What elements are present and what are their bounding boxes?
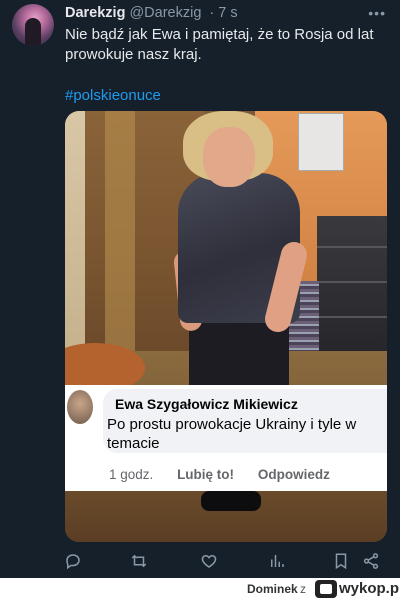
- wykop-logo-icon: [315, 580, 337, 598]
- retweet-icon[interactable]: [127, 549, 151, 573]
- views-icon[interactable]: [265, 549, 289, 573]
- fb-avatar: [67, 390, 93, 424]
- display-name[interactable]: Darekzig: [65, 5, 125, 21]
- timestamp[interactable]: · 7 s: [209, 5, 237, 21]
- tweet-header: Darekzig @Darekzig · 7 s •••: [65, 5, 388, 23]
- fb-comment-card: Ewa Szygałowicz Mikiewicz Po prostu prow…: [65, 385, 387, 491]
- tweet-text: Nie bądź jak Ewa i pamiętaj, że to Rosja…: [65, 26, 374, 63]
- fb-comment-text: Po prostu prowokacje Ukrainy i tyle w te…: [107, 416, 357, 452]
- bookmark-icon[interactable]: [329, 549, 353, 573]
- avatar[interactable]: [12, 4, 54, 46]
- fb-comment-time: 1 godz.: [109, 467, 154, 482]
- reply-icon[interactable]: [61, 549, 85, 573]
- tweet: Darekzig @Darekzig · 7 s ••• Nie bądź jak…: [0, 0, 400, 578]
- photo-poster: [298, 113, 344, 171]
- handle[interactable]: @Darekzig: [129, 5, 201, 21]
- fb-comment-actions: 1 godz. Lubię to! Odpowiedz: [109, 467, 350, 482]
- hashtag-link[interactable]: #polskieonuce: [65, 87, 161, 104]
- wykop-footer: Dominek z wykop.pl: [0, 578, 400, 601]
- footer-brand[interactable]: wykop.pl: [339, 580, 400, 597]
- tweet-media[interactable]: Ewa Szygałowicz Mikiewicz Po prostu prow…: [65, 111, 387, 542]
- footer-separator: z: [300, 582, 306, 596]
- like-icon[interactable]: [197, 549, 221, 573]
- fb-comment-author: Ewa Szygałowicz Mikiewicz: [115, 396, 298, 412]
- footer-username[interactable]: Dominek: [247, 582, 298, 596]
- tweet-action-bar: [65, 549, 385, 573]
- share-icon[interactable]: [359, 549, 383, 573]
- more-icon[interactable]: •••: [368, 5, 386, 21]
- fb-like-link: Lubię to!: [177, 467, 235, 482]
- fb-reply-link: Odpowiedz: [257, 467, 330, 482]
